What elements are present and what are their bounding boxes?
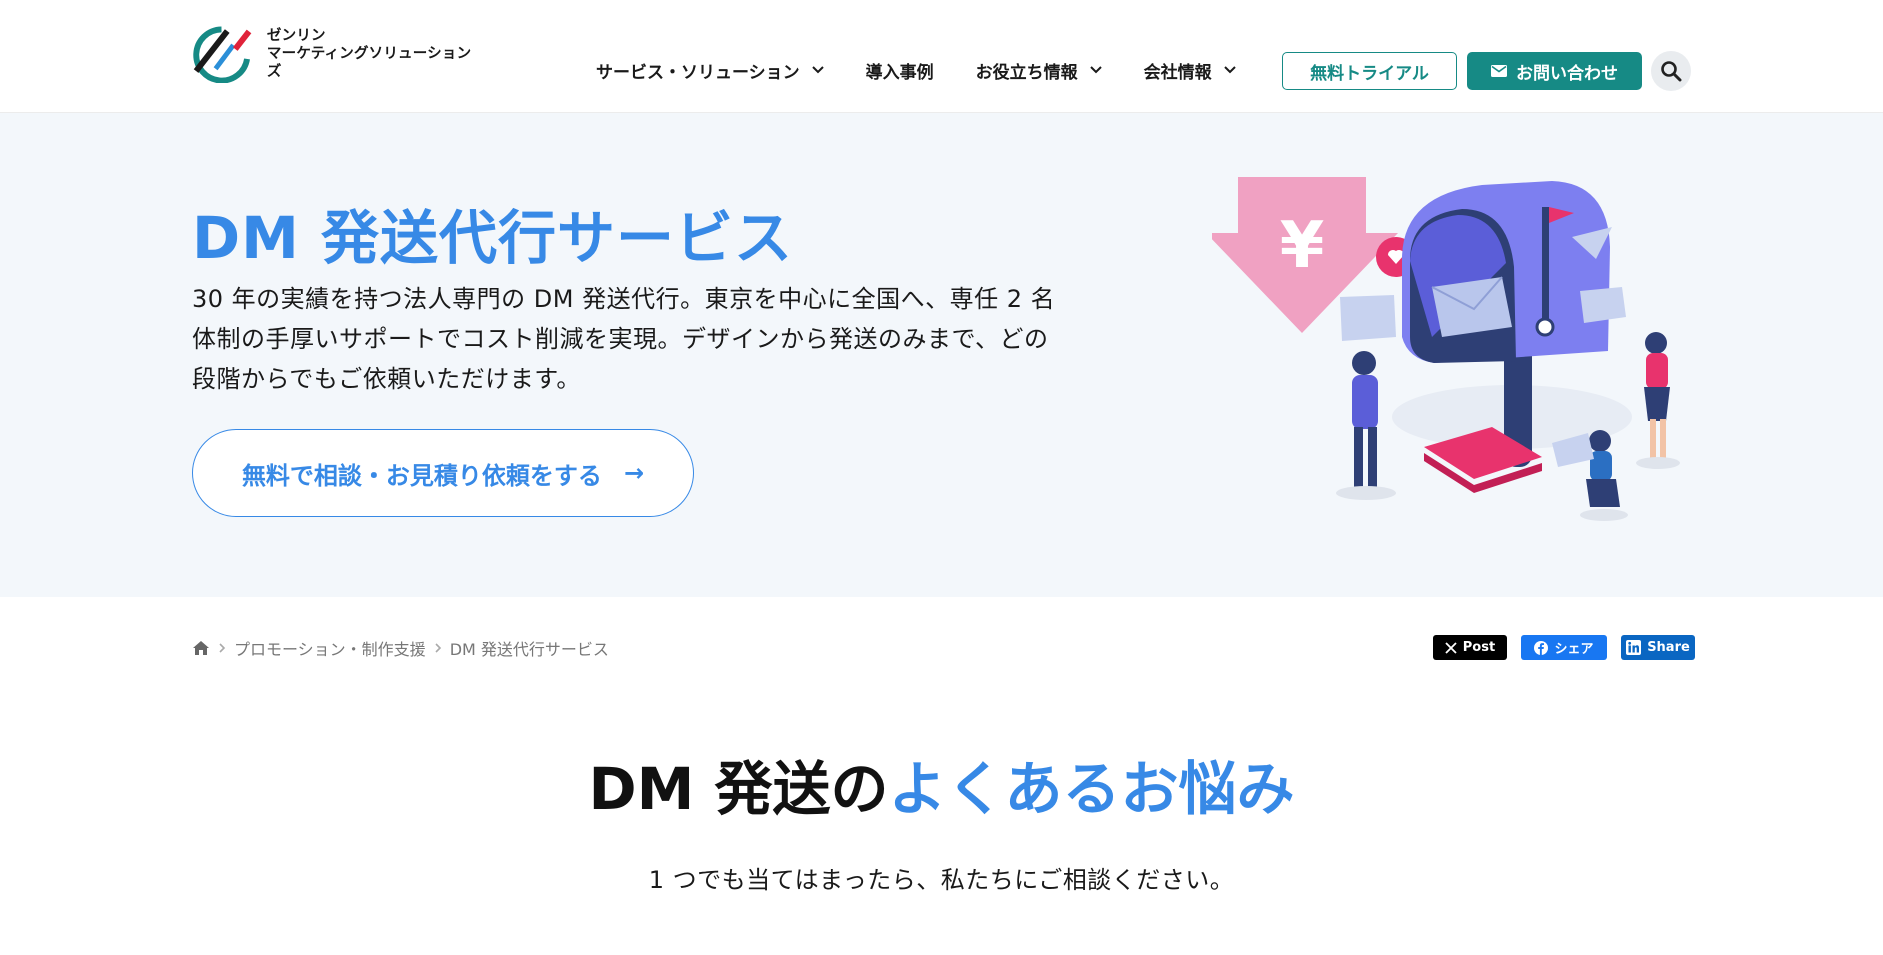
facebook-icon	[1534, 640, 1549, 655]
company-logo[interactable]: ゼンリン マーケティングソリューションズ	[192, 24, 482, 84]
share-buttons: Post シェア Share	[1433, 635, 1695, 660]
nav-item-resources[interactable]: お役立ち情報	[976, 58, 1102, 83]
svg-text:¥: ¥	[1280, 209, 1325, 283]
nav-item-services[interactable]: サービス・ソリューション	[596, 58, 824, 83]
site-header: ゼンリン マーケティングソリューションズ サービス・ソリューション 導入事例 お…	[0, 0, 1883, 113]
search-button[interactable]	[1651, 51, 1691, 91]
linkedin-share-button[interactable]: Share	[1621, 635, 1695, 660]
chevron-down-icon	[811, 66, 824, 74]
logo-line1: ゼンリン	[266, 28, 326, 44]
chevron-right-icon	[219, 643, 226, 653]
x-post-label: Post	[1462, 640, 1496, 655]
breadcrumb-current: DM 発送代行サービス	[449, 640, 609, 659]
hero-title: DM 発送代行サービス	[192, 204, 794, 272]
x-logo-icon	[1445, 641, 1457, 654]
mail-icon	[1491, 65, 1507, 77]
nav-item-cases[interactable]: 導入事例	[866, 58, 934, 83]
nav-label: お役立ち情報	[975, 62, 1078, 83]
arrow-right-icon: →	[623, 459, 645, 487]
contact-button[interactable]: お問い合わせ	[1467, 52, 1642, 90]
logo-line2: マーケティングソリューションズ	[266, 46, 472, 80]
nav-label: 導入事例	[865, 62, 934, 83]
home-icon[interactable]	[192, 640, 210, 656]
section-title-prefix: DM 発送の	[588, 755, 889, 823]
facebook-share-label: シェア	[1554, 642, 1594, 657]
linkedin-icon	[1626, 640, 1642, 655]
logo-mark-icon	[193, 26, 252, 83]
contact-label: お問い合わせ	[1516, 63, 1618, 84]
chevron-right-icon	[435, 643, 441, 653]
cta-label: 無料で相談・お見積り依頼をする	[241, 461, 602, 490]
hero-section: DM 発送代行サービス 30 年の実績を持つ法人専門の DM 発送代行。東京を中…	[0, 113, 1883, 597]
x-post-button[interactable]: Post	[1433, 635, 1507, 660]
consultation-cta-button[interactable]: 無料で相談・お見積り依頼をする →	[192, 429, 694, 517]
chevron-down-icon	[1089, 66, 1102, 74]
breadcrumb: プロモーション・制作支援 DM 発送代行サービス	[192, 636, 609, 660]
free-trial-button[interactable]: 無料トライアル	[1282, 52, 1457, 90]
search-icon	[1661, 61, 1682, 82]
facebook-share-button[interactable]: シェア	[1521, 635, 1607, 660]
nav-label: サービス・ソリューション	[596, 62, 800, 83]
section-subtitle: 1 つでも当てはまったら、私たちにご相談ください。	[648, 866, 1235, 894]
nav-label: 会社情報	[1143, 62, 1212, 83]
breadcrumb-link-promotion[interactable]: プロモーション・制作支援	[234, 636, 426, 660]
nav-item-company[interactable]: 会社情報	[1144, 58, 1236, 83]
section-title-accent: よくあるお悩み	[888, 755, 1295, 823]
section-title: DM 発送のよくあるお悩み	[0, 742, 1883, 826]
main-nav: サービス・ソリューション 導入事例 お役立ち情報 会社情報	[596, 52, 1236, 88]
chevron-down-icon	[1223, 66, 1236, 74]
mailbox-illustration: ¥	[1212, 177, 1680, 521]
linkedin-share-label: Share	[1647, 640, 1690, 655]
hero-description: 30 年の実績を持つ法人専門の DM 発送代行。東京を中心に全国へ、専任 2 名…	[192, 285, 1056, 393]
